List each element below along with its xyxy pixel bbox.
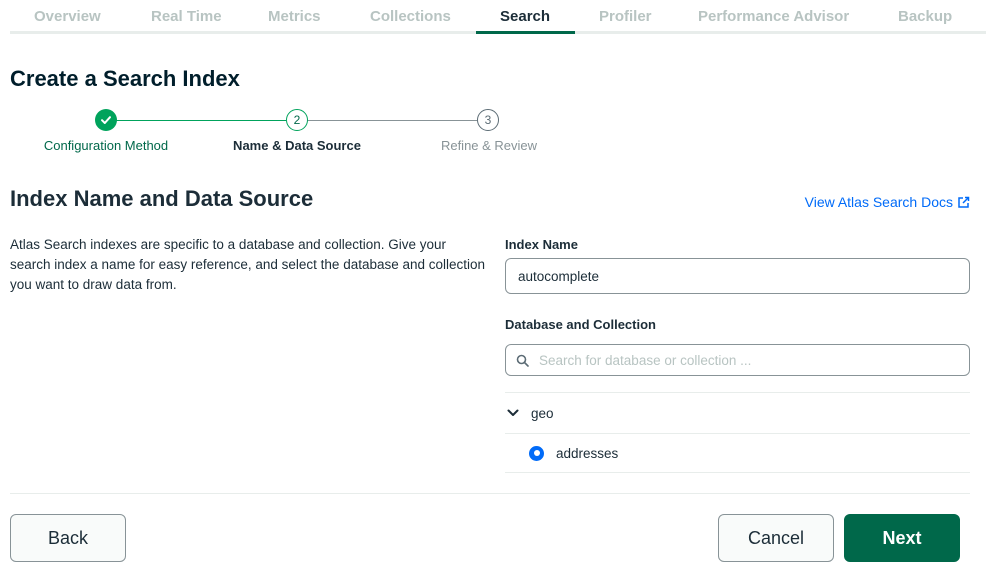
section-title: Index Name and Data Source — [10, 186, 314, 211]
step-1-indicator — [95, 109, 117, 131]
docs-link-label: View Atlas Search Docs — [804, 194, 953, 210]
tree-collection-name: addresses — [556, 445, 619, 461]
collection-radio[interactable] — [529, 445, 544, 461]
db-collection-label: Database and Collection — [505, 317, 656, 332]
tab-collections[interactable]: Collections — [370, 8, 451, 25]
external-link-icon — [958, 196, 970, 208]
step-2-indicator: 2 — [286, 109, 308, 131]
tree-divider — [505, 472, 970, 473]
back-button[interactable]: Back — [10, 514, 126, 562]
footer-divider — [10, 493, 970, 494]
step-2-label: Name & Data Source — [233, 138, 361, 153]
tab-metrics[interactable]: Metrics — [268, 8, 321, 25]
index-name-label: Index Name — [505, 237, 578, 252]
tab-real-time[interactable]: Real Time — [151, 8, 222, 25]
step-1-label: Configuration Method — [43, 138, 169, 153]
view-docs-link[interactable]: View Atlas Search Docs — [805, 194, 970, 210]
step-3-label: Refine & Review — [440, 138, 538, 153]
tab-overview[interactable]: Overview — [34, 8, 101, 25]
radio-dot — [533, 450, 540, 456]
tree-database-name: geo — [531, 405, 554, 421]
db-collection-search-input[interactable] — [539, 352, 939, 368]
next-button[interactable]: Next — [844, 514, 960, 562]
step-3-indicator: 3 — [477, 109, 499, 131]
nav-tabs: Overview Real Time Metrics Collections S… — [10, 0, 986, 34]
index-name-input[interactable] — [505, 258, 970, 294]
tab-search[interactable]: Search — [500, 8, 550, 25]
tree-collection-row[interactable]: addresses — [505, 434, 970, 472]
tab-backup[interactable]: Backup — [898, 8, 952, 25]
active-tab-indicator — [476, 31, 575, 34]
chevron-down-icon[interactable] — [506, 406, 520, 420]
check-icon — [101, 116, 111, 124]
tab-profiler[interactable]: Profiler — [599, 8, 652, 25]
stepper-connector-complete — [116, 120, 286, 121]
tab-performance-advisor[interactable]: Performance Advisor — [698, 8, 849, 25]
tree-database-row[interactable]: geo — [505, 393, 970, 433]
db-collection-search[interactable] — [505, 344, 970, 376]
stepper-connector-pending — [307, 120, 477, 121]
section-description: Atlas Search indexes are specific to a d… — [10, 237, 486, 292]
cancel-button[interactable]: Cancel — [718, 514, 834, 562]
search-icon — [516, 354, 529, 367]
page-title: Create a Search Index — [10, 66, 240, 91]
